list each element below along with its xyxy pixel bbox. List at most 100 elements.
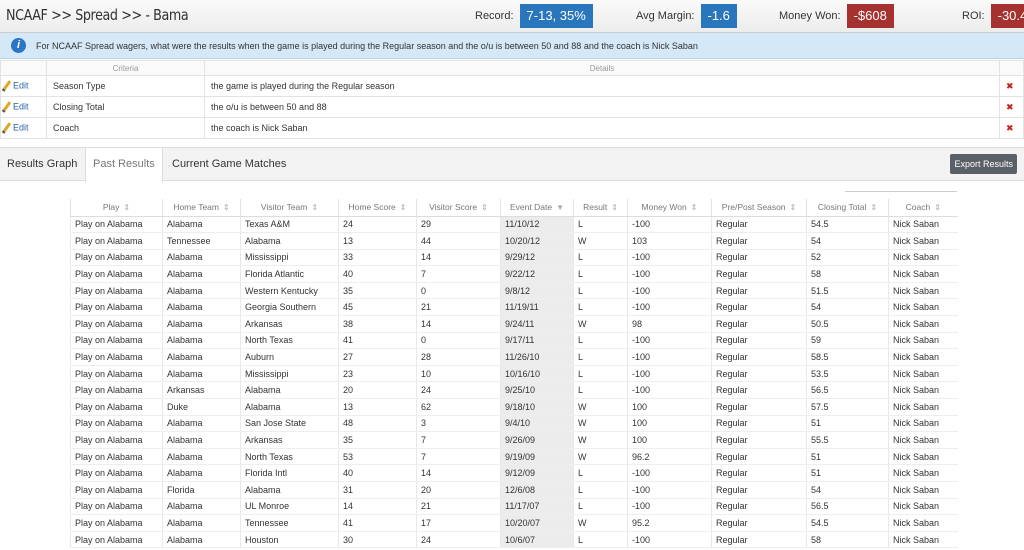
table-cell: Alabama: [162, 531, 241, 549]
table-cell: 54: [806, 232, 889, 250]
table-cell: Play on Alabama: [70, 315, 163, 333]
table-cell: Nick Saban: [888, 282, 958, 300]
tab-current-game-matches[interactable]: Current Game Matches: [165, 148, 293, 181]
table-cell: 9/17/11: [500, 332, 574, 350]
column-header[interactable]: Money Won ⇕: [627, 199, 712, 217]
table-cell: -100: [627, 282, 712, 300]
column-header[interactable]: Visitor Team ⇕: [240, 199, 339, 217]
column-header[interactable]: Closing Total ⇕: [806, 199, 889, 217]
table-cell: Texas A&M: [240, 216, 339, 234]
column-header[interactable]: Pre/Post Season ⇕: [711, 199, 807, 217]
table-cell: Nick Saban: [888, 498, 958, 516]
table-cell: 100: [627, 415, 712, 433]
tab-results-graph[interactable]: Results Graph: [0, 148, 84, 181]
table-cell: Florida: [162, 481, 241, 499]
table-cell: Play on Alabama: [70, 348, 163, 366]
edit-button[interactable]: Edit: [0, 117, 47, 139]
table-cell: 96.2: [627, 448, 712, 466]
info-bar: i For NCAAF Spread wagers, what were the…: [0, 33, 1024, 59]
table-cell: L: [573, 498, 628, 516]
table-cell: Nick Saban: [888, 431, 958, 449]
edit-button[interactable]: Edit: [0, 96, 47, 118]
money-won-stat: Money Won: -$608: [779, 4, 894, 28]
column-header[interactable]: Play ⇕: [70, 199, 163, 217]
table-cell: Alabama: [162, 216, 241, 234]
column-header[interactable]: Home Score ⇕: [338, 199, 417, 217]
table-cell: Alabama: [162, 265, 241, 283]
table-cell: 35: [338, 282, 417, 300]
table-cell: 9/18/10: [500, 398, 574, 416]
remove-icon[interactable]: ✖: [999, 117, 1024, 139]
table-cell: 13: [338, 232, 417, 250]
table-row: Play on Alabama Alabama Western Kentucky 35…: [70, 282, 958, 300]
table-cell: Alabama: [162, 464, 241, 482]
table-cell: 10: [416, 365, 501, 383]
table-cell: Nick Saban: [888, 448, 958, 466]
table-cell: 14: [416, 249, 501, 267]
table-cell: Mississippi: [240, 249, 339, 267]
table-cell: W: [573, 514, 628, 532]
remove-icon[interactable]: ✖: [999, 75, 1024, 97]
table-cell: 9/26/09: [500, 431, 574, 449]
table-cell: Nick Saban: [888, 514, 958, 532]
export-results-button[interactable]: Export Results: [950, 154, 1017, 174]
table-cell: Alabama: [240, 232, 339, 250]
criteria-row: Edit Season Type the game is played during…: [0, 75, 1024, 97]
table-cell: 11/19/11: [500, 298, 574, 317]
table-cell: 55.5: [806, 431, 889, 449]
criteria-row: Edit Coach the coach is Nick Saban ✖: [0, 117, 1024, 139]
tab-past-results[interactable]: Past Results: [85, 148, 163, 182]
table-cell: 100: [627, 398, 712, 416]
table-cell: 24: [338, 216, 417, 234]
table-cell: 59: [806, 332, 889, 350]
table-cell: W: [573, 431, 628, 449]
table-cell: Play on Alabama: [70, 265, 163, 283]
table-cell: Arkansas: [240, 431, 339, 449]
table-cell: L: [573, 298, 628, 317]
table-row: Play on Alabama Alabama North Texas 53 7 9/19…: [70, 448, 958, 466]
column-header[interactable]: Result ⇕: [573, 199, 628, 217]
table-cell: L: [573, 282, 628, 300]
roi-value: -30.4%: [990, 4, 1024, 28]
table-cell: -100: [627, 216, 712, 234]
table-cell: Play on Alabama: [70, 464, 163, 482]
table-cell: -100: [627, 481, 712, 499]
column-header[interactable]: Coach ⇕: [888, 199, 958, 217]
table-cell: Alabama: [162, 365, 241, 383]
table-cell: Alabama: [162, 431, 241, 449]
table-cell: Regular: [711, 282, 807, 300]
sort-icon: ⇕: [123, 203, 131, 213]
table-cell: Regular: [711, 431, 807, 449]
table-cell: Tennessee: [162, 232, 241, 250]
table-cell: Alabama: [162, 498, 241, 516]
table-cell: 30: [338, 531, 417, 549]
table-cell: Nick Saban: [888, 398, 958, 416]
table-cell: Alabama: [162, 415, 241, 433]
column-header[interactable]: Home Team ⇕: [162, 199, 241, 217]
sort-icon: ⇕: [222, 203, 230, 213]
remove-icon[interactable]: ✖: [999, 96, 1024, 118]
table-cell: 41: [338, 514, 417, 532]
table-cell: 58: [806, 531, 889, 549]
avg-margin-stat: Avg Margin: -1.6: [636, 4, 737, 28]
table-cell: Play on Alabama: [70, 481, 163, 499]
table-cell: Play on Alabama: [70, 531, 163, 549]
criteria-details: the coach is Nick Saban: [204, 117, 1000, 139]
table-cell: 51: [806, 464, 889, 482]
table-cell: 54: [806, 298, 889, 317]
column-header[interactable]: Event Date ▼: [500, 199, 574, 217]
edit-button[interactable]: Edit: [0, 75, 47, 97]
table-cell: W: [573, 315, 628, 333]
table-cell: San Jose State: [240, 415, 339, 433]
column-header[interactable]: Visitor Score ⇕: [416, 199, 501, 217]
tab-bar: Results Graph Past Results Current Game …: [0, 147, 1024, 182]
page-title: NCAAF >> Spread >> - Bama: [6, 6, 189, 24]
table-row: Play on Alabama Alabama Mississippi 23 10 10/…: [70, 365, 958, 383]
table-cell: Regular: [711, 464, 807, 482]
table-cell: -100: [627, 464, 712, 482]
table-cell: 48: [338, 415, 417, 433]
roi-stat: ROI:-30.4%: [962, 4, 1024, 28]
table-cell: 98: [627, 315, 712, 333]
table-cell: Play on Alabama: [70, 415, 163, 433]
table-cell: L: [573, 531, 628, 549]
